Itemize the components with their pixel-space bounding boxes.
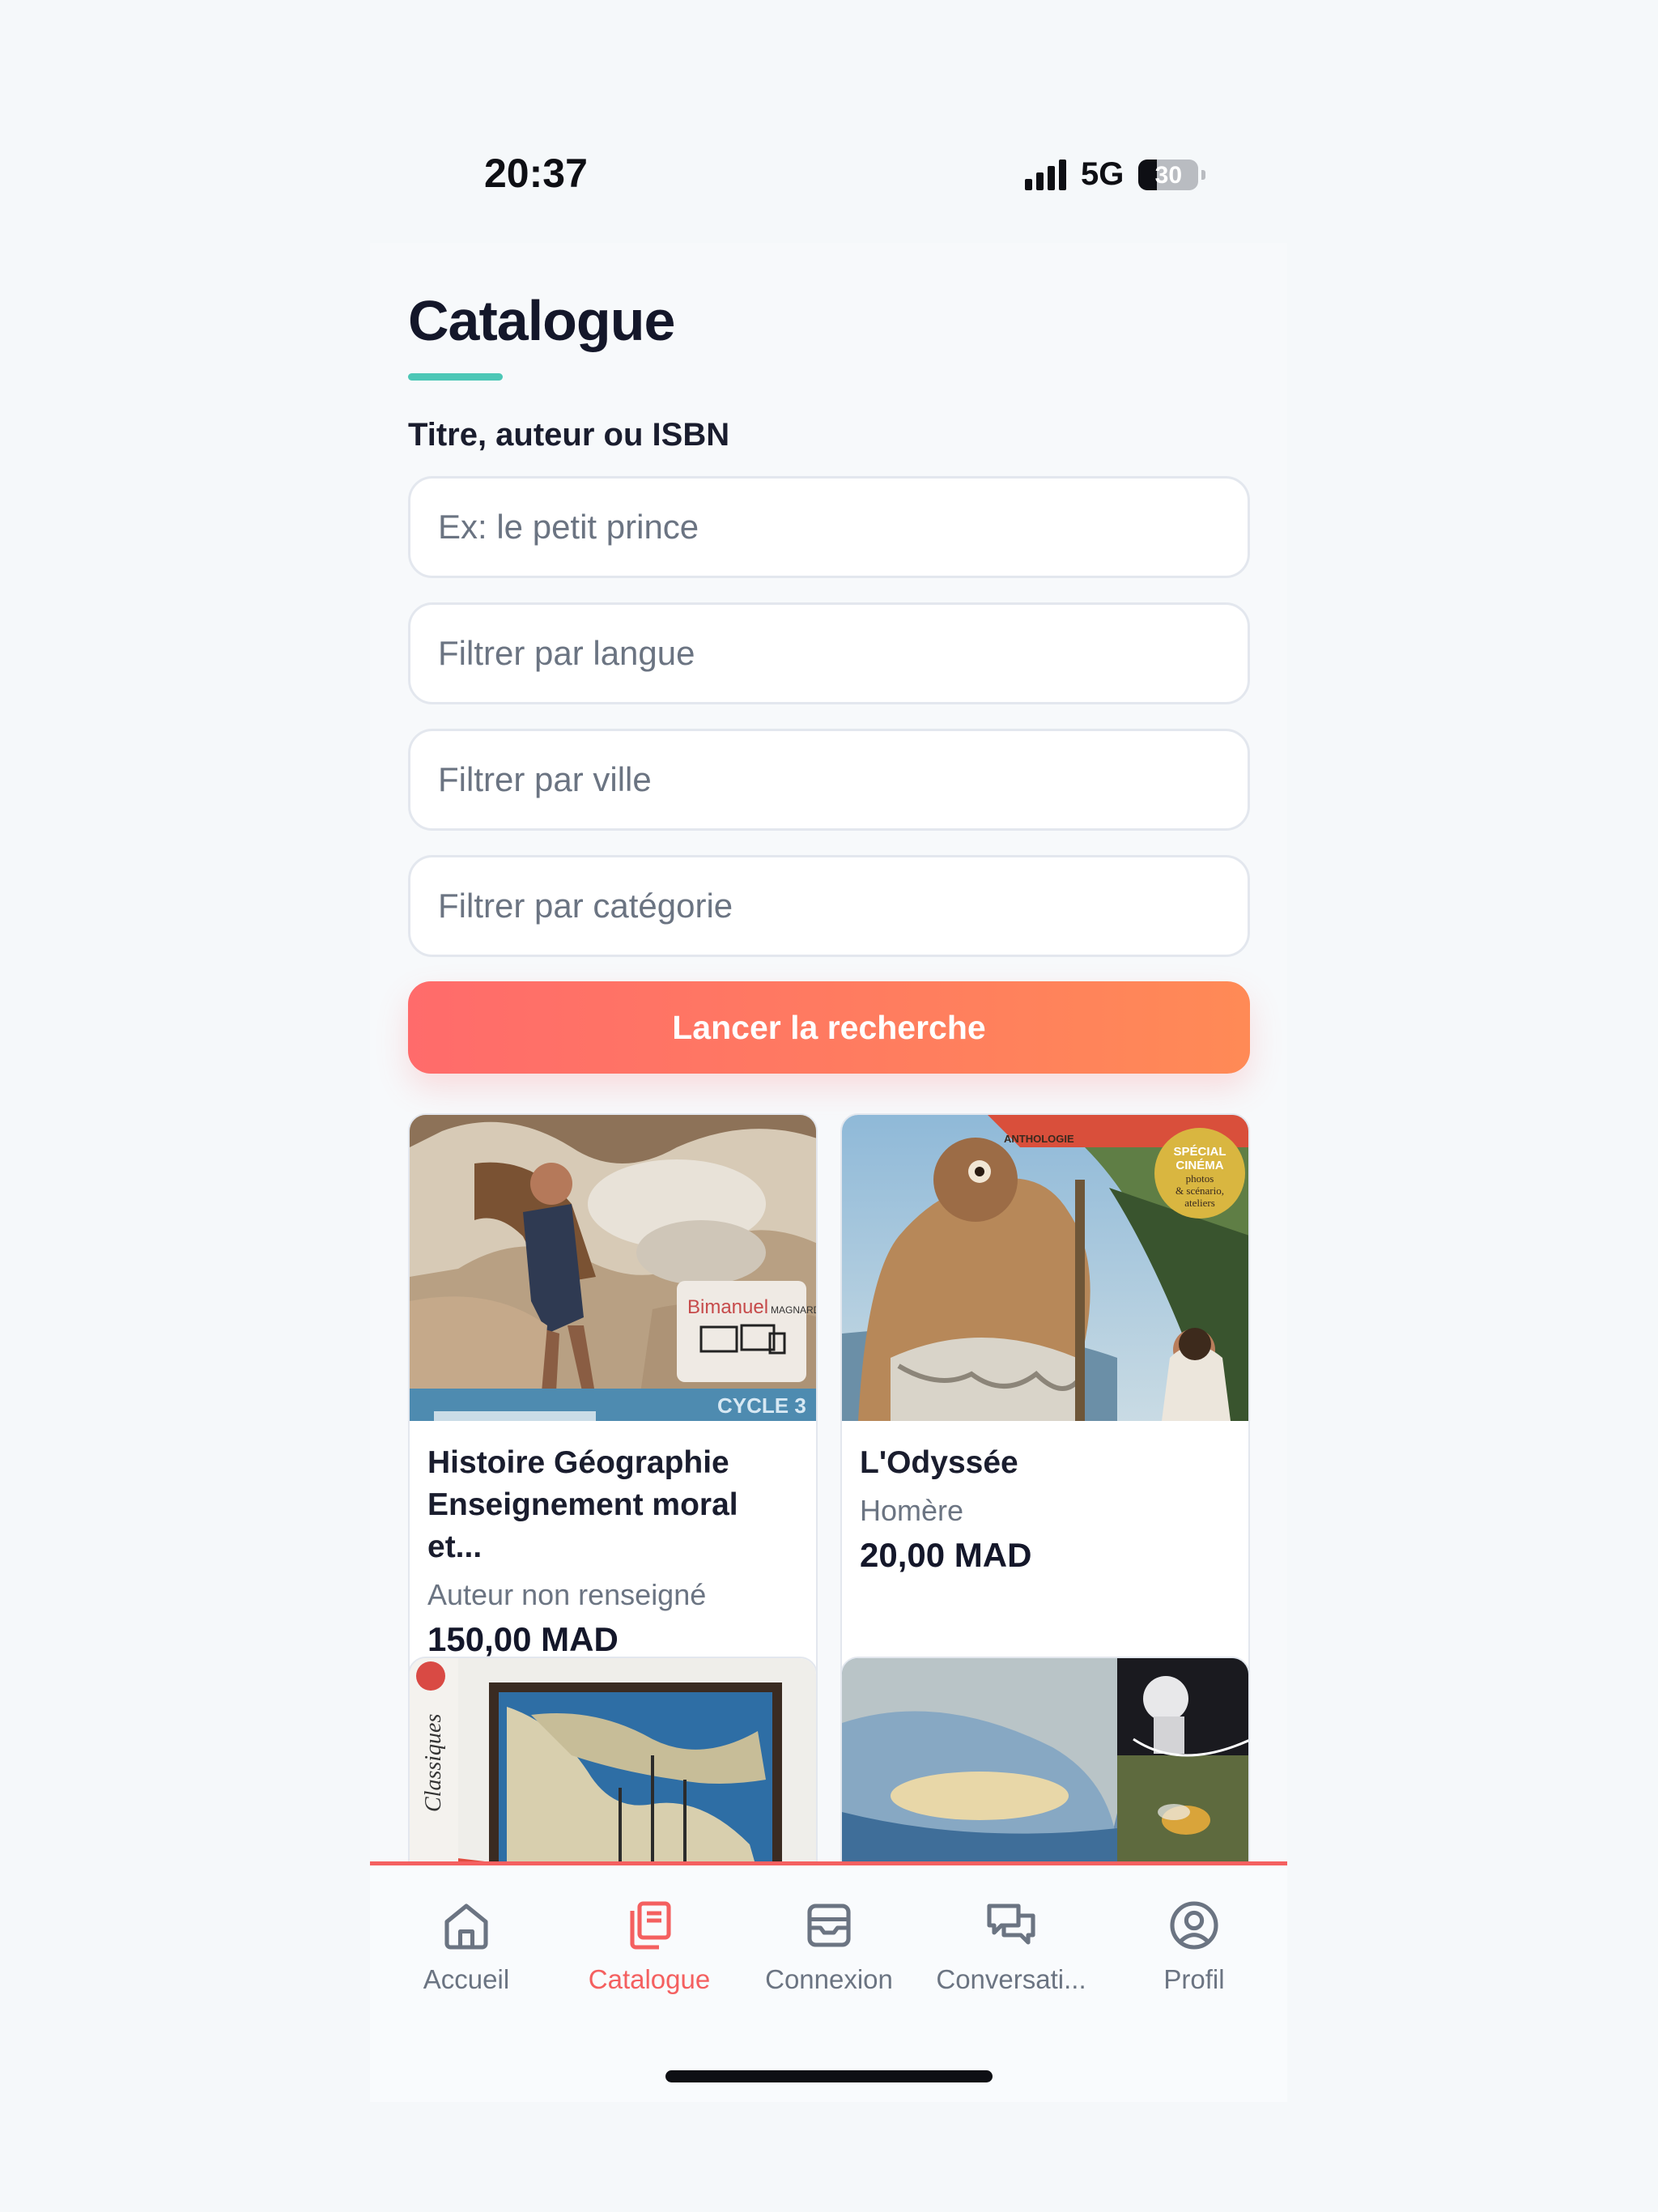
mosaic-cover-illustration: Bimanuel MAGNARD CYCLE 3: [410, 1115, 816, 1421]
book-price: 150,00 MAD: [427, 1620, 619, 1658]
tab-label: Profil: [1163, 1964, 1225, 1994]
cover-level: CYCLE 3: [717, 1393, 806, 1418]
inbox-icon: [807, 1904, 851, 1947]
book-cover-image: Bimanuel MAGNARD CYCLE 3: [410, 1115, 816, 1421]
signal-icon: [1025, 159, 1066, 190]
tab-catalogue[interactable]: Catalogue: [568, 1896, 730, 1995]
book-info: L'Odyssée Homère 20,00 MAD: [842, 1421, 1248, 1575]
profile-icon: [1170, 1901, 1218, 1950]
svg-text:& scénario,: & scénario,: [1175, 1185, 1224, 1197]
tab-profil[interactable]: Profil: [1113, 1896, 1275, 1995]
tab-conversations[interactable]: Conversati...: [930, 1896, 1092, 1995]
book-price: 20,00 MAD: [860, 1536, 1032, 1574]
books-icon: [630, 1901, 671, 1950]
title-underline: [408, 373, 503, 381]
book-author: Homère: [860, 1494, 964, 1527]
book-title: Histoire Géographie Enseignement moral e…: [427, 1445, 738, 1564]
search-input[interactable]: [408, 476, 1250, 578]
tab-label: Catalogue: [588, 1964, 711, 1994]
battery-icon: 30: [1138, 159, 1199, 190]
cover-brand: Bimanuel: [687, 1296, 768, 1318]
search-button[interactable]: Lancer la recherche: [408, 981, 1250, 1074]
cover-series: ANTHOLOGIE: [1004, 1133, 1074, 1145]
status-bar: 20:37 5G 30: [0, 150, 1658, 206]
home-indicator[interactable]: [665, 2070, 993, 2082]
home-icon: [444, 1904, 488, 1950]
tab-label: Connexion: [765, 1964, 893, 1994]
network-type: 5G: [1081, 156, 1124, 192]
battery-level: 30: [1154, 161, 1183, 189]
battery-tip: [1201, 169, 1206, 180]
cover-series: Classiques: [421, 1714, 446, 1812]
page-title: Catalogue: [408, 289, 675, 352]
tab-accueil[interactable]: Accueil: [385, 1896, 547, 1995]
tab-label: Accueil: [423, 1964, 510, 1994]
svg-text:CINÉMA: CINÉMA: [1175, 1159, 1223, 1172]
catalogue-screen: Catalogue Titre, auteur ou ISBN Lancer l…: [370, 243, 1287, 2102]
tab-connexion[interactable]: Connexion: [748, 1896, 910, 1995]
book-info: Histoire Géographie Enseignement moral e…: [410, 1421, 816, 1659]
language-filter-input[interactable]: [408, 602, 1250, 704]
status-time: 20:37: [484, 151, 588, 196]
book-author: Auteur non renseigné: [427, 1578, 707, 1611]
book-title: L'Odyssée: [860, 1445, 1018, 1480]
cover-publisher: MAGNARD: [771, 1304, 816, 1316]
search-label: Titre, auteur ou ISBN: [408, 417, 730, 453]
status-indicators: 5G 30: [1025, 156, 1206, 193]
city-filter-input[interactable]: [408, 729, 1250, 831]
svg-text:photos: photos: [1186, 1172, 1214, 1185]
svg-text:SPÉCIAL: SPÉCIAL: [1173, 1145, 1226, 1159]
bottom-tab-bar: Accueil Catalogue Connexion Conversati..…: [370, 1861, 1287, 2102]
tab-label: Conversati...: [936, 1964, 1086, 1994]
svg-text:ateliers: ateliers: [1184, 1197, 1215, 1209]
odyssey-cover-illustration: ANTHOLOGIE SPÉCIAL CINÉMA photos & scéna…: [842, 1115, 1248, 1421]
chat-icon: [987, 1904, 1035, 1945]
category-filter-input[interactable]: [408, 855, 1250, 957]
book-cover-image: ANTHOLOGIE SPÉCIAL CINÉMA photos & scéna…: [842, 1115, 1248, 1421]
